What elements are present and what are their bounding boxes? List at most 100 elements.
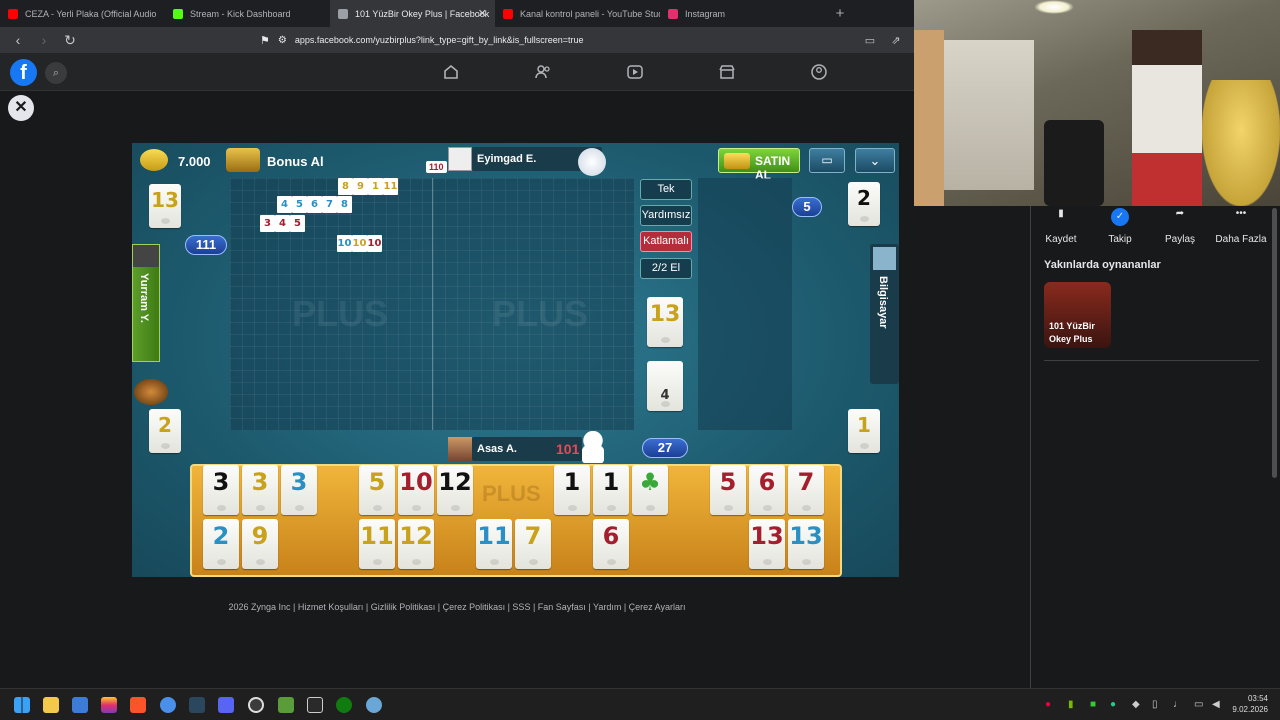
obs-icon[interactable] [248,697,264,713]
webcam-door [914,30,944,206]
board-tile: 10 [352,235,367,252]
rack-tile[interactable]: 13 [788,519,824,569]
bookmark-icon[interactable]: ⚑ [260,34,270,47]
tab-youtube-studio[interactable]: Kanal kontrol paneli - YouTube Studio [495,0,660,27]
microphone-icon[interactable]: ♩ [1173,699,1185,711]
menu-dropdown-button[interactable]: ⌄ [855,148,895,173]
rack-watermark: PLUS [482,481,541,506]
instagram-icon [668,8,678,19]
rack-tile[interactable]: 12 [398,519,434,569]
windows-start-icon[interactable] [14,697,30,713]
bonus-button[interactable]: Bonus Al [267,154,324,169]
minecraft-icon[interactable] [278,697,294,713]
game-footer-links[interactable]: 2026 Zynga Inc | Hizmet Koşulları | Gizl… [0,602,914,612]
webcam-window [944,40,1034,190]
left-player-avatar [133,245,159,267]
okey-game-canvas[interactable]: 7.000 Bonus Al Eyimgad E. 110 SATIN AL ▭… [132,143,899,577]
search-icon[interactable]: ⌕ [45,62,67,84]
tab-kick[interactable]: Stream - Kick Dashboard [165,0,330,27]
marketplace-icon[interactable] [718,63,736,81]
rack-tile[interactable]: 2 [203,519,239,569]
cast-icon[interactable]: ▭ [860,34,880,47]
option-katlamali: Katlamalı [640,231,692,252]
recent-game-card[interactable]: 101 YüzBir Okey Plus [1044,282,1111,348]
task-view-icon[interactable] [72,697,88,713]
xbox-icon[interactable] [336,697,352,713]
board-tile: 9 [353,178,368,195]
share-button[interactable]: ➦ Paylaş [1150,208,1210,245]
left-player-name: Yurram Y. [138,273,150,323]
game-icon [338,8,348,19]
volume-icon[interactable]: ◀ [1212,699,1224,711]
rack-tile[interactable]: 5 [359,465,395,515]
rack-tile[interactable]: 6 [593,519,629,569]
side-discard-column[interactable] [698,178,792,430]
board-tile: 5 [292,196,307,213]
rack-tile[interactable]: 11 [476,519,512,569]
rack-tile[interactable]: 3 [281,465,317,515]
back-icon[interactable]: ‹ [8,32,28,48]
steam-icon[interactable] [189,697,205,713]
reload-icon[interactable]: ↻ [60,32,80,49]
rack-tile[interactable]: 7 [788,465,824,515]
url-field[interactable]: ⚑ ⚙ apps.facebook.com/yuzbirplus?link_ty… [236,34,854,47]
rack-tile[interactable]: 7 [515,519,551,569]
right-top-tile: 2 [848,182,880,226]
site-info-icon[interactable]: ⚙ [278,35,287,46]
coin-balance: 7.000 [178,154,211,169]
follow-button[interactable]: ✓ Takip [1090,208,1150,245]
instagram-app-icon[interactable] [101,697,117,713]
rack-tile[interactable]: 10 [398,465,434,515]
tab-instagram[interactable]: Instagram [660,0,825,27]
video-icon[interactable] [626,63,644,81]
tray-icon-status[interactable]: ● [1110,699,1122,711]
gold-icon [724,153,750,169]
rack-tile[interactable]: 13 [749,519,785,569]
facebook-logo[interactable]: f [10,59,37,86]
battery-icon[interactable]: ▯ [1152,699,1164,711]
rack-tile[interactable]: 12 [437,465,473,515]
settings-app-icon[interactable] [366,697,382,713]
save-button[interactable]: ▮ Kaydet [1031,208,1091,245]
groups-icon[interactable] [810,63,828,81]
facebook-game-sidebar: ▮ Kaydet ✓ Takip ➦ Paylaş ••• Daha Fazla Yak… [1031,208,1280,688]
rack-tile[interactable]: ♣ [632,465,668,515]
rack-tile[interactable]: 3 [242,465,278,515]
more-button[interactable]: ••• Daha Fazla [1211,208,1271,245]
share-icon[interactable]: ⇗ [886,34,906,47]
new-tab-button[interactable]: + [825,5,855,22]
rack-tile[interactable]: 11 [359,519,395,569]
friends-icon[interactable] [534,63,552,81]
rack-tile[interactable]: 1 [554,465,590,515]
sidebar-scrollbar[interactable] [1272,208,1277,478]
rack-tile[interactable]: 3 [203,465,239,515]
draw-pile-tile[interactable]: 4 [647,361,683,411]
tab-ceza[interactable]: CEZA - Yerli Plaka (Official Audio [0,0,165,27]
close-tab-icon[interactable]: ✕ [478,7,487,20]
forward-icon[interactable]: › [34,32,54,48]
rack-tile[interactable]: 5 [710,465,746,515]
right-bottom-tile: 1 [848,409,880,453]
chat-button[interactable]: ▭ [809,148,845,173]
rack-tile[interactable]: 1 [593,465,629,515]
tray-icon-nvidia[interactable]: ▮ [1068,699,1080,711]
close-game-button[interactable]: ✕ [8,95,34,121]
clock[interactable]: 03:54 9.02.2026 [1232,694,1268,714]
brave-browser-icon[interactable] [130,697,146,713]
discord-icon[interactable] [218,697,234,713]
rack-tile[interactable]: 9 [242,519,278,569]
epic-games-icon[interactable] [307,697,323,713]
file-explorer-icon[interactable] [43,697,59,713]
home-icon[interactable] [442,63,460,81]
webcam-overlay [914,0,1280,206]
browser-icon[interactable] [160,697,176,713]
tray-icon-game[interactable]: ◆ [1132,699,1144,711]
rack-tile[interactable]: 6 [749,465,785,515]
tray-icon-record[interactable]: ● [1045,699,1057,711]
tray-icon-green[interactable]: ■ [1090,699,1102,711]
recent-games-title: Yakınlarda oynananlar [1044,259,1161,271]
tab-okey-facebook[interactable]: 101 YüzBir Okey Plus | Facebook ✕ [330,0,495,27]
buy-button[interactable]: SATIN AL [718,148,800,182]
left-player-panel: Yurram Y. [132,244,160,362]
network-icon[interactable]: ▭ [1194,699,1206,711]
